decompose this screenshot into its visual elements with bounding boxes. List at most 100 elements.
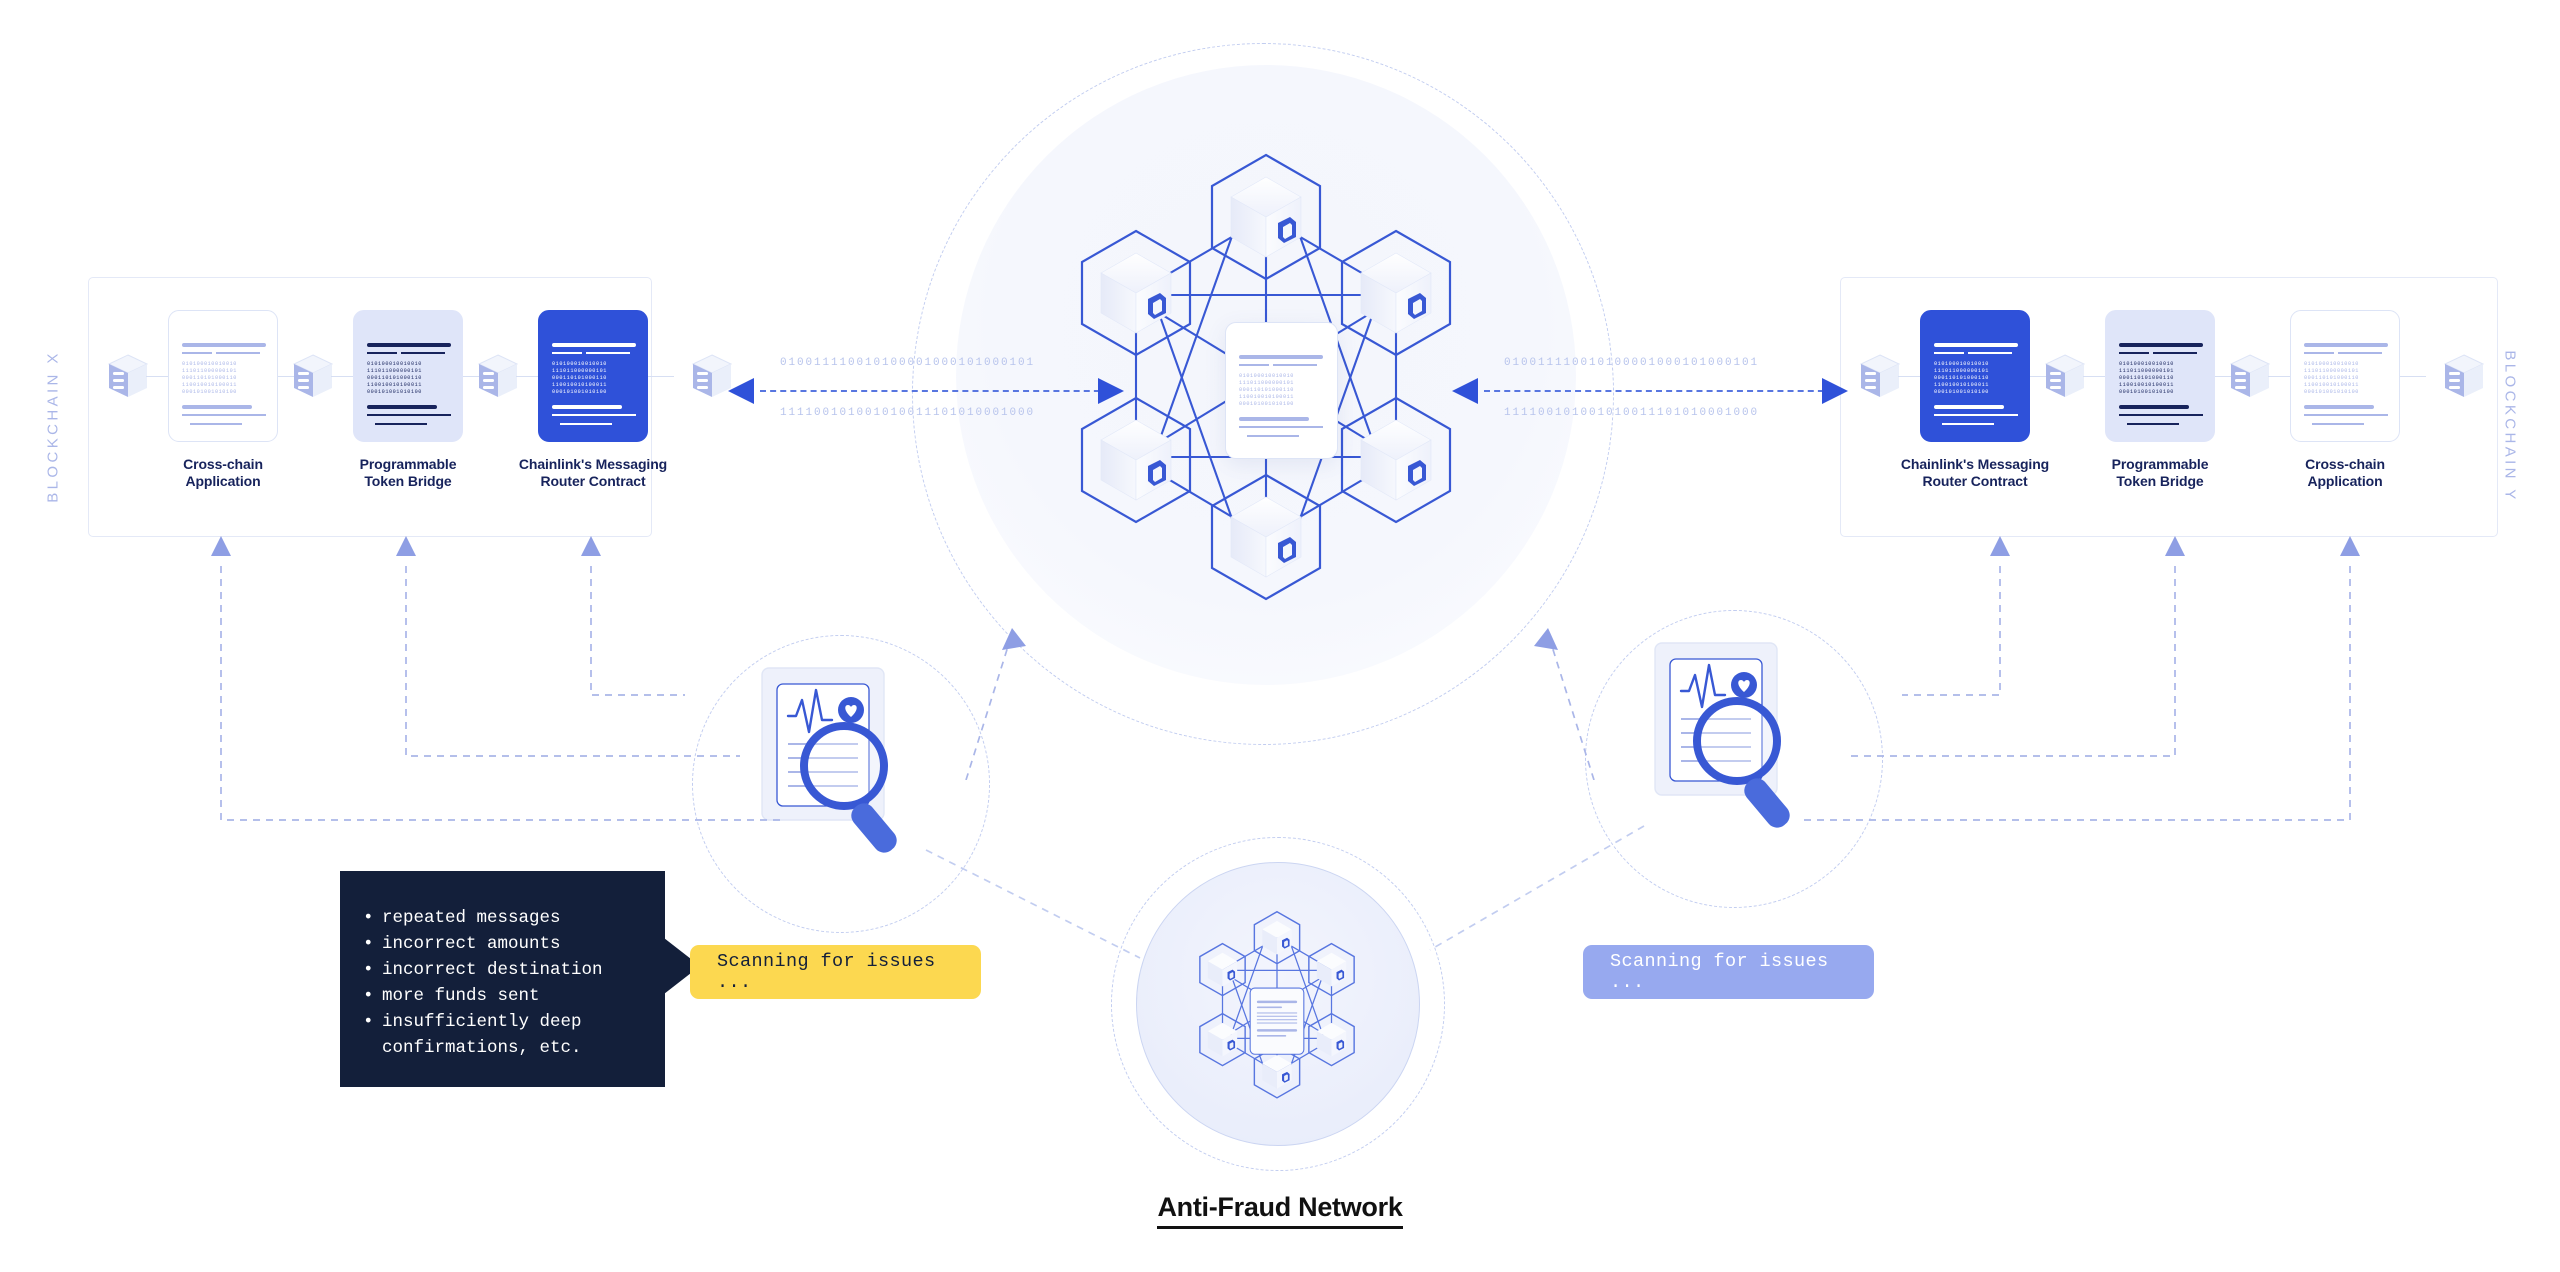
card-bar xyxy=(1934,405,2004,409)
card-line xyxy=(560,423,612,425)
fraud-issues-tooltip: repeated messages incorrect amounts inco… xyxy=(340,871,665,1087)
server-stack-icon xyxy=(2442,352,2486,400)
card-binary-block: 010100010010010 111011000000101 0001101010… xyxy=(367,361,422,396)
right-dashed-connectors xyxy=(1800,536,2360,821)
card-line xyxy=(2127,423,2179,425)
card-line xyxy=(552,414,636,416)
chain-node-card[interactable]: 010100010010010 111011000000101 0001101010… xyxy=(2290,310,2400,442)
node-connector-line xyxy=(331,376,355,378)
right-scan-to-center-arrow xyxy=(1534,628,1595,780)
binary-flow-left-top: 010011110010100001000101000101 xyxy=(780,357,1036,369)
server-stack-icon xyxy=(1858,352,1902,400)
card-bar xyxy=(2119,343,2203,347)
fraud-issue-item: incorrect destination xyxy=(363,957,665,983)
card-line xyxy=(2304,352,2334,354)
server-stack-icon xyxy=(2228,352,2272,400)
chain-node-card[interactable]: 010100010010010 111011000000101 0001101010… xyxy=(2105,310,2215,442)
card-line xyxy=(1239,426,1323,428)
server-stack-icon xyxy=(106,352,150,400)
node-connector-line xyxy=(2268,376,2292,378)
right-scanning-badge[interactable]: Scanning for issues ... xyxy=(1583,945,1874,999)
card-binary-block: 010100010010010 111011000000101 0001101010… xyxy=(2119,361,2174,396)
binary-flow-right-top: 010011110010100001000101000101 xyxy=(1504,357,1760,369)
left-scanning-badge[interactable]: Scanning for issues ... xyxy=(690,945,981,999)
card-bar xyxy=(182,343,266,347)
card-line xyxy=(182,414,266,416)
blockchain-x-label: BLOCKCHAIN X xyxy=(44,350,62,503)
server-stack-icon xyxy=(2043,352,2087,400)
chain-node-label: Cross-chain Application xyxy=(2305,456,2385,489)
bottom-blockchain-network xyxy=(1199,911,1355,1099)
binary-flow-right-bottom: 111100101001010011101010001000 xyxy=(1504,407,1760,419)
card-line xyxy=(2338,352,2382,354)
card-bar xyxy=(1934,343,2018,347)
fraud-issue-item: repeated messages xyxy=(363,905,665,931)
flow-arrow-right-line xyxy=(1484,390,1834,392)
card-line xyxy=(182,352,212,354)
card-line xyxy=(401,352,445,354)
node-connector-line xyxy=(516,376,540,378)
node-connector-line xyxy=(2083,376,2107,378)
left-scan-to-center-arrow xyxy=(965,628,1026,780)
card-line xyxy=(1239,364,1269,366)
card-line xyxy=(367,414,451,416)
card-line xyxy=(1247,435,1299,437)
chain-node-label: Chainlink's Messaging Router Contract xyxy=(1900,456,2050,489)
flow-arrow-left-head xyxy=(728,378,754,404)
card-bar xyxy=(367,343,451,347)
chain-node-label: Programmable Token Bridge xyxy=(359,456,457,489)
card-binary-block: 010100010010010 111011000000101 0001101010… xyxy=(2304,361,2359,396)
chain-node-label: Cross-chain Application xyxy=(183,456,263,489)
chain-node-card[interactable]: 010100010010010 111011000000101 0001101010… xyxy=(168,310,278,442)
card-line xyxy=(1968,352,2012,354)
chain-node-card[interactable]: 010100010010010 111011000000101 0001101010… xyxy=(1920,310,2030,442)
card-line xyxy=(586,352,630,354)
card-line xyxy=(2304,414,2388,416)
node-connector-line xyxy=(1898,376,1922,378)
chain-node-label: Programmable Token Bridge xyxy=(2111,456,2209,489)
chain-node-label: Chainlink's Messaging Router Contract xyxy=(518,456,668,489)
diagram-title-text: Anti-Fraud Network xyxy=(1157,1192,1403,1229)
card-line xyxy=(190,423,242,425)
card-line xyxy=(2153,352,2197,354)
card-line xyxy=(216,352,260,354)
card-line xyxy=(367,352,397,354)
card-line xyxy=(1934,352,1964,354)
card-bar xyxy=(1239,417,1309,421)
card-line xyxy=(375,423,427,425)
card-line xyxy=(2312,423,2364,425)
card-line xyxy=(2119,352,2149,354)
fraud-issue-item: insufficiently deep confirmations, etc. xyxy=(363,1009,665,1061)
card-bar xyxy=(2119,405,2189,409)
card-bar xyxy=(552,343,636,347)
card-line xyxy=(1273,364,1317,366)
flow-arrow-right-head xyxy=(1822,378,1848,404)
card-bar xyxy=(1239,355,1323,359)
chain-node-card[interactable]: 010100010010010 111011000000101 0001101010… xyxy=(353,310,463,442)
card-bar xyxy=(182,405,252,409)
binary-flow-left-bottom: 111100101001010011101010001000 xyxy=(780,407,1036,419)
card-binary-block: 010100010010010 111011000000101 0001101010… xyxy=(1934,361,1989,396)
fraud-issue-item: more funds sent xyxy=(363,983,665,1009)
node-connector-line xyxy=(146,376,170,378)
node-connector-line xyxy=(648,376,674,378)
card-line xyxy=(552,352,582,354)
card-line xyxy=(1942,423,1994,425)
diagram-title: Anti-Fraud Network xyxy=(0,1192,2560,1229)
fraud-issues-list: repeated messages incorrect amounts inco… xyxy=(340,871,665,1061)
fraud-issue-item: incorrect amounts xyxy=(363,931,665,957)
node-connector-line xyxy=(2400,376,2426,378)
card-binary-block: 010100010010010 111011000000101 0001101010… xyxy=(1239,373,1294,408)
left-dashed-connectors xyxy=(211,536,780,821)
server-stack-icon xyxy=(291,352,335,400)
card-bar xyxy=(552,405,622,409)
card-line xyxy=(1934,414,2018,416)
card-line xyxy=(2119,414,2203,416)
blockchain-y-label: BLOCKCHAIN Y xyxy=(2501,350,2519,503)
center-router-contract-card: 010100010010010 111011000000101 0001101010… xyxy=(1225,322,1338,459)
chain-node-card[interactable]: 010100010010010 111011000000101 0001101010… xyxy=(538,310,648,442)
diagram-canvas: BLOCKCHAIN X BLOCKCHAIN Y 01010001001001… xyxy=(0,0,2560,1272)
card-bar xyxy=(2304,343,2388,347)
card-bar xyxy=(2304,405,2374,409)
card-bar xyxy=(367,405,437,409)
